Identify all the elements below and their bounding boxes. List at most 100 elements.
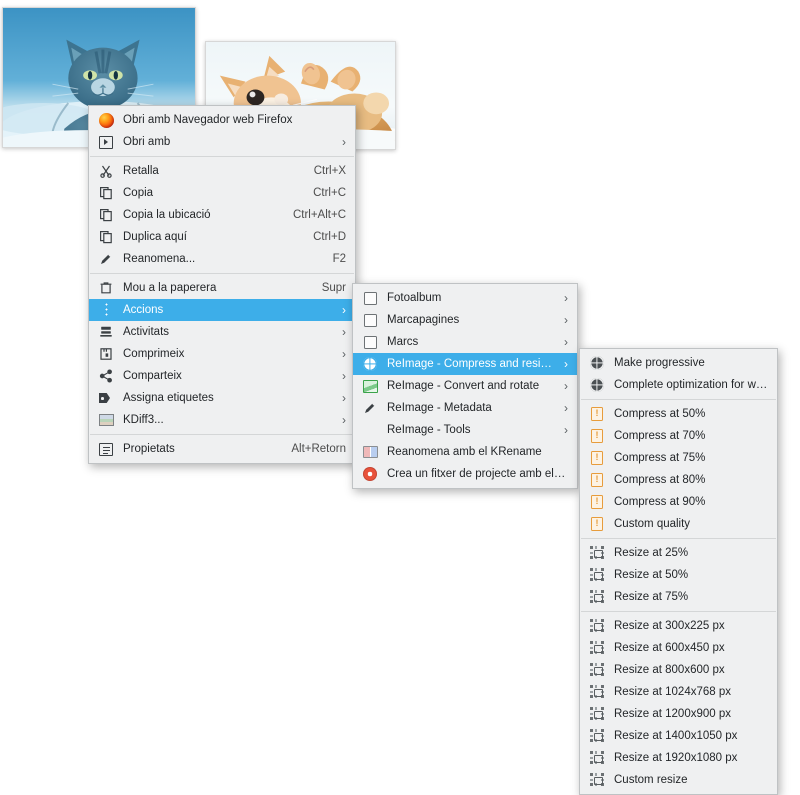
file-context-menu[interactable]: Obri amb Navegador web Firefox Obri amb … xyxy=(88,105,356,464)
menu-item-label: Resize at 300x225 px xyxy=(614,620,725,632)
menu-item-label: Complete optimization for web xyxy=(614,379,768,391)
pencil-icon xyxy=(362,400,378,416)
menu-item-comparteix[interactable]: Comparteix › xyxy=(89,365,355,387)
menu-item-complete-optimization-for-web[interactable]: Complete optimization for web xyxy=(580,374,777,396)
menu-item-compress-at-50[interactable]: Compress at 50% xyxy=(580,403,777,425)
menu-item-label: Propietats xyxy=(123,443,175,455)
menu-item-shortcut: Ctrl+Alt+C xyxy=(292,209,346,221)
resize-icon xyxy=(589,728,605,744)
menu-item-resize-1920x1080[interactable]: Resize at 1920x1080 px xyxy=(580,747,777,769)
menu-item-label: Copia xyxy=(123,187,154,199)
menu-item-resize-1200x900[interactable]: Resize at 1200x900 px xyxy=(580,703,777,725)
tag-icon xyxy=(98,390,114,406)
menu-separator xyxy=(581,538,776,539)
menu-item-custom-resize[interactable]: Custom resize xyxy=(580,769,777,791)
menu-item-label: Resize at 600x450 px xyxy=(614,642,725,654)
menu-item-comprimeix[interactable]: Comprimeix › xyxy=(89,343,355,365)
menu-item-assigna-etiquetes[interactable]: Assigna etiquetes › xyxy=(89,387,355,409)
menu-separator xyxy=(581,611,776,612)
menu-item-rename-with-krename[interactable]: Reanomena amb el KRename xyxy=(353,441,577,463)
properties-icon xyxy=(98,441,114,457)
dots-icon xyxy=(98,302,114,318)
menu-item-activitats[interactable]: Activitats › xyxy=(89,321,355,343)
menu-item-shortcut: Supr xyxy=(321,282,346,294)
compress-icon xyxy=(589,406,605,422)
menu-separator xyxy=(90,434,354,435)
resize-icon xyxy=(589,662,605,678)
globe-icon xyxy=(362,356,378,372)
menu-item-label: Retalla xyxy=(123,165,159,177)
actions-submenu[interactable]: Fotoalbum › Marcapagines › Marcs › ReIma… xyxy=(352,283,578,489)
chevron-right-icon: › xyxy=(342,391,346,405)
compress-icon xyxy=(589,516,605,532)
chevron-right-icon: › xyxy=(564,313,568,327)
menu-item-resize-at-50[interactable]: Resize at 50% xyxy=(580,564,777,586)
menu-item-label: ReImage - Metadata xyxy=(387,402,492,414)
menu-item-make-progressive[interactable]: Make progressive xyxy=(580,352,777,374)
kdiff3-icon xyxy=(98,412,114,428)
resize-icon xyxy=(589,706,605,722)
menu-item-compress-at-75[interactable]: Compress at 75% xyxy=(580,447,777,469)
menu-item-compress-at-70[interactable]: Compress at 70% xyxy=(580,425,777,447)
menu-item-open-with[interactable]: Obri amb › xyxy=(89,131,355,153)
menu-item-fotoalbum[interactable]: Fotoalbum › xyxy=(353,287,577,309)
menu-item-label: Resize at 1400x1050 px xyxy=(614,730,738,742)
menu-item-copy-location[interactable]: Copia la ubicació Ctrl+Alt+C xyxy=(89,204,355,226)
menu-item-reimage-tools[interactable]: ReImage - Tools › xyxy=(353,419,577,441)
menu-item-label: Activitats xyxy=(123,326,170,338)
menu-item-kdiff3[interactable]: KDiff3... › xyxy=(89,409,355,431)
menu-item-resize-800x600[interactable]: Resize at 800x600 px xyxy=(580,659,777,681)
menu-item-marcapagines[interactable]: Marcapagines › xyxy=(353,309,577,331)
menu-item-resize-at-25[interactable]: Resize at 25% xyxy=(580,542,777,564)
menu-item-reimage-metadata[interactable]: ReImage - Metadata › xyxy=(353,397,577,419)
k3b-icon xyxy=(362,466,378,482)
chevron-right-icon: › xyxy=(564,379,568,393)
menu-item-propietats[interactable]: Propietats Alt+Retorn xyxy=(89,438,355,460)
chevron-right-icon: › xyxy=(342,413,346,427)
menu-item-custom-quality[interactable]: Custom quality xyxy=(580,513,777,535)
resize-icon xyxy=(589,684,605,700)
chevron-right-icon: › xyxy=(342,347,346,361)
menu-item-resize-1024x768[interactable]: Resize at 1024x768 px xyxy=(580,681,777,703)
menu-item-rename[interactable]: Reanomena... F2 xyxy=(89,248,355,270)
menu-item-move-to-trash[interactable]: Mou a la paperera Supr xyxy=(89,277,355,299)
menu-item-resize-1400x1050[interactable]: Resize at 1400x1050 px xyxy=(580,725,777,747)
checkbox-icon xyxy=(362,312,378,328)
menu-item-label: ReImage - Convert and rotate xyxy=(387,380,540,392)
checkbox-icon xyxy=(362,290,378,306)
menu-item-label: ReImage - Tools xyxy=(387,424,471,436)
compress-icon xyxy=(589,428,605,444)
menu-item-label: Compress at 75% xyxy=(614,452,706,464)
menu-item-label: KDiff3... xyxy=(123,414,164,426)
globe-icon xyxy=(589,377,605,393)
reimage-compress-resize-submenu[interactable]: Make progressive Complete optimization f… xyxy=(579,348,778,795)
menu-item-open-with-firefox[interactable]: Obri amb Navegador web Firefox xyxy=(89,109,355,131)
menu-item-create-k3b-project[interactable]: Crea un fitxer de projecte amb el K3b xyxy=(353,463,577,485)
cut-icon xyxy=(98,163,114,179)
chevron-right-icon: › xyxy=(564,401,568,415)
menu-item-compress-at-80[interactable]: Compress at 80% xyxy=(580,469,777,491)
menu-item-label: Resize at 800x600 px xyxy=(614,664,725,676)
menu-item-label: Fotoalbum xyxy=(387,292,442,304)
globe-icon xyxy=(589,355,605,371)
menu-item-reimage-convert-and-rotate[interactable]: ReImage - Convert and rotate › xyxy=(353,375,577,397)
menu-item-duplicate-here[interactable]: Duplica aquí Ctrl+D xyxy=(89,226,355,248)
menu-item-resize-300x225[interactable]: Resize at 300x225 px xyxy=(580,615,777,637)
menu-item-copy[interactable]: Copia Ctrl+C xyxy=(89,182,355,204)
menu-item-compress-at-90[interactable]: Compress at 90% xyxy=(580,491,777,513)
menu-item-accions[interactable]: Accions › xyxy=(89,299,355,321)
menu-item-marcs[interactable]: Marcs › xyxy=(353,331,577,353)
image-rotate-icon xyxy=(362,378,378,394)
menu-item-resize-600x450[interactable]: Resize at 600x450 px xyxy=(580,637,777,659)
menu-item-reimage-compress-and-resize[interactable]: ReImage - Compress and resize › xyxy=(353,353,577,375)
pencil-icon xyxy=(98,251,114,267)
resize-icon xyxy=(589,750,605,766)
menu-item-label: Resize at 25% xyxy=(614,547,689,559)
compress-icon xyxy=(589,472,605,488)
menu-item-shortcut: Alt+Retorn xyxy=(291,443,346,455)
menu-item-label: Crea un fitxer de projecte amb el K3b xyxy=(387,468,568,480)
firefox-icon xyxy=(98,112,114,128)
menu-item-resize-at-75[interactable]: Resize at 75% xyxy=(580,586,777,608)
menu-item-cut[interactable]: Retalla Ctrl+X xyxy=(89,160,355,182)
menu-item-label: Resize at 75% xyxy=(614,591,689,603)
